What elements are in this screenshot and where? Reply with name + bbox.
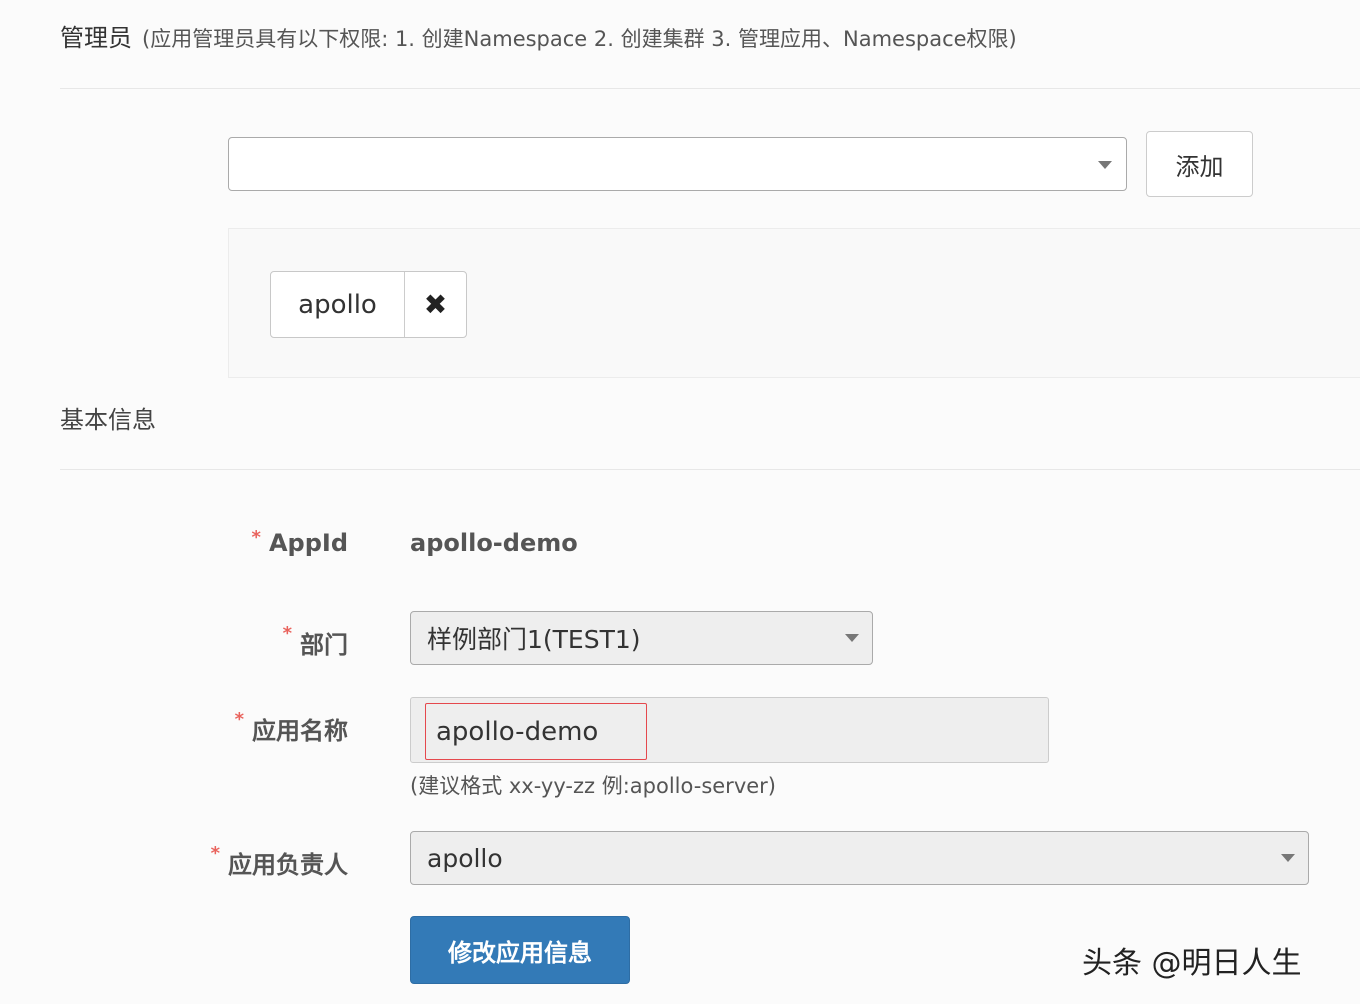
watermark: 头条 @明日人生 (1082, 946, 1302, 981)
remove-admin-close-icon[interactable]: ✖ (405, 272, 466, 337)
app-name-field[interactable]: apollo-demo (410, 697, 1049, 763)
app-name-label: * 应用名称 (234, 709, 348, 745)
required-mark: * (282, 623, 292, 644)
add-admin-button[interactable]: 添加 (1146, 131, 1253, 197)
appid-label: * AppId (251, 527, 348, 557)
admin-user-select[interactable] (228, 137, 1127, 191)
admin-tag: apollo ✖ (270, 271, 467, 338)
admin-title: 管理员 (60, 24, 132, 52)
chevron-down-icon (1098, 161, 1112, 169)
department-select-value: 样例部门1(TEST1) (427, 625, 641, 654)
app-name-input[interactable]: apollo-demo (425, 703, 647, 760)
app-name-help: (建议格式 xx-yy-zz 例:apollo-server) (410, 774, 776, 798)
owner-select[interactable]: apollo (410, 831, 1309, 885)
required-mark: * (251, 527, 261, 548)
required-mark: * (210, 843, 220, 864)
admin-section-header: 管理员 (应用管理员具有以下权限: 1. 创建Namespace 2. 创建集群 … (60, 18, 1017, 53)
owner-label: * 应用负责人 (210, 843, 348, 879)
chevron-down-icon (845, 634, 859, 642)
admin-tag-label: apollo (271, 272, 405, 337)
update-app-info-button[interactable]: 修改应用信息 (410, 916, 630, 984)
admin-description: (应用管理员具有以下权限: 1. 创建Namespace 2. 创建集群 3. … (142, 27, 1017, 51)
owner-select-value: apollo (427, 843, 503, 873)
department-select[interactable]: 样例部门1(TEST1) (410, 611, 873, 665)
chevron-down-icon (1281, 854, 1295, 862)
department-label: * 部门 (282, 623, 348, 659)
basic-info-divider (60, 469, 1360, 470)
appid-value: apollo-demo (410, 529, 578, 557)
required-mark: * (234, 709, 244, 730)
header-divider (60, 88, 1360, 89)
admin-list: apollo ✖ (228, 228, 1360, 378)
basic-info-title: 基本信息 (60, 406, 156, 434)
